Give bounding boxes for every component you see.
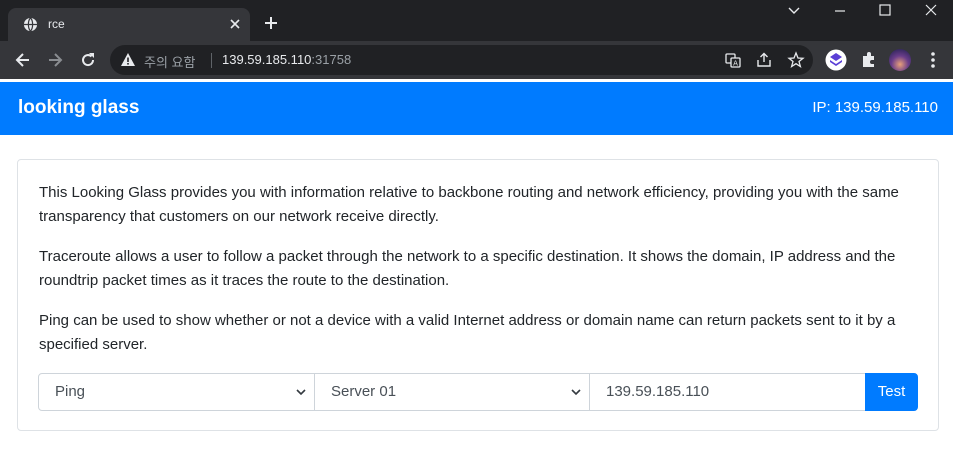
navbar-brand[interactable]: looking glass (18, 97, 139, 119)
plus-icon[interactable] (262, 14, 280, 32)
puzzle-icon[interactable] (859, 50, 879, 70)
browser-tab[interactable]: rce (8, 8, 250, 41)
menu-dots-icon[interactable] (923, 50, 943, 70)
target-input[interactable]: 139.59.185.110 (589, 373, 866, 411)
security-warning[interactable]: 주의 요함 (144, 52, 195, 71)
info-card: This Looking Glass provides you with inf… (17, 159, 939, 431)
tool-select-value: Ping (55, 383, 86, 400)
server-select[interactable]: Server 01 (314, 373, 590, 411)
avatar[interactable] (889, 49, 911, 71)
chevron-down-icon (571, 389, 581, 396)
tab-title: rce (48, 17, 65, 31)
minimize-icon[interactable] (830, 2, 850, 18)
warning-icon[interactable] (120, 52, 136, 68)
close-icon[interactable] (227, 16, 243, 32)
tool-select[interactable]: Ping (38, 373, 315, 411)
ping-paragraph: Ping can be used to show whether or not … (39, 312, 896, 353)
reload-icon[interactable] (78, 50, 98, 70)
star-icon[interactable] (787, 51, 805, 69)
browser-toolbar: 주의 요함 139.59.185.110:31758 A (0, 41, 953, 79)
forward-icon[interactable] (45, 50, 65, 70)
server-select-value: Server 01 (331, 383, 397, 400)
navbar: looking glass IP: 139.59.185.110 (0, 82, 953, 135)
address-bar[interactable]: 주의 요함 139.59.185.110:31758 A (110, 45, 813, 75)
translate-icon[interactable]: A (724, 51, 742, 69)
share-icon[interactable] (755, 51, 773, 69)
maximize-icon[interactable] (875, 2, 895, 18)
back-icon[interactable] (13, 50, 33, 70)
url-port: :31758 (311, 52, 352, 67)
traceroute-paragraph: Traceroute allows a user to follow a pac… (39, 248, 896, 289)
chevron-down-icon (296, 389, 306, 396)
intro-paragraph: This Looking Glass provides you with inf… (39, 184, 899, 225)
globe-icon (23, 17, 38, 32)
svg-text:A: A (733, 60, 738, 68)
url-text[interactable]: 139.59.185.110:31758 (222, 52, 351, 67)
url-host: 139.59.185.110 (222, 52, 312, 67)
navbar-ip: IP: 139.59.185.110 (812, 99, 938, 116)
window-close-icon[interactable] (921, 2, 941, 18)
extension-icon[interactable] (825, 49, 847, 71)
separator (211, 53, 212, 68)
test-button[interactable]: Test (865, 373, 918, 411)
chevron-down-icon[interactable] (784, 2, 804, 18)
browser-tab-strip: rce (0, 0, 953, 41)
target-input-value: 139.59.185.110 (606, 383, 710, 400)
